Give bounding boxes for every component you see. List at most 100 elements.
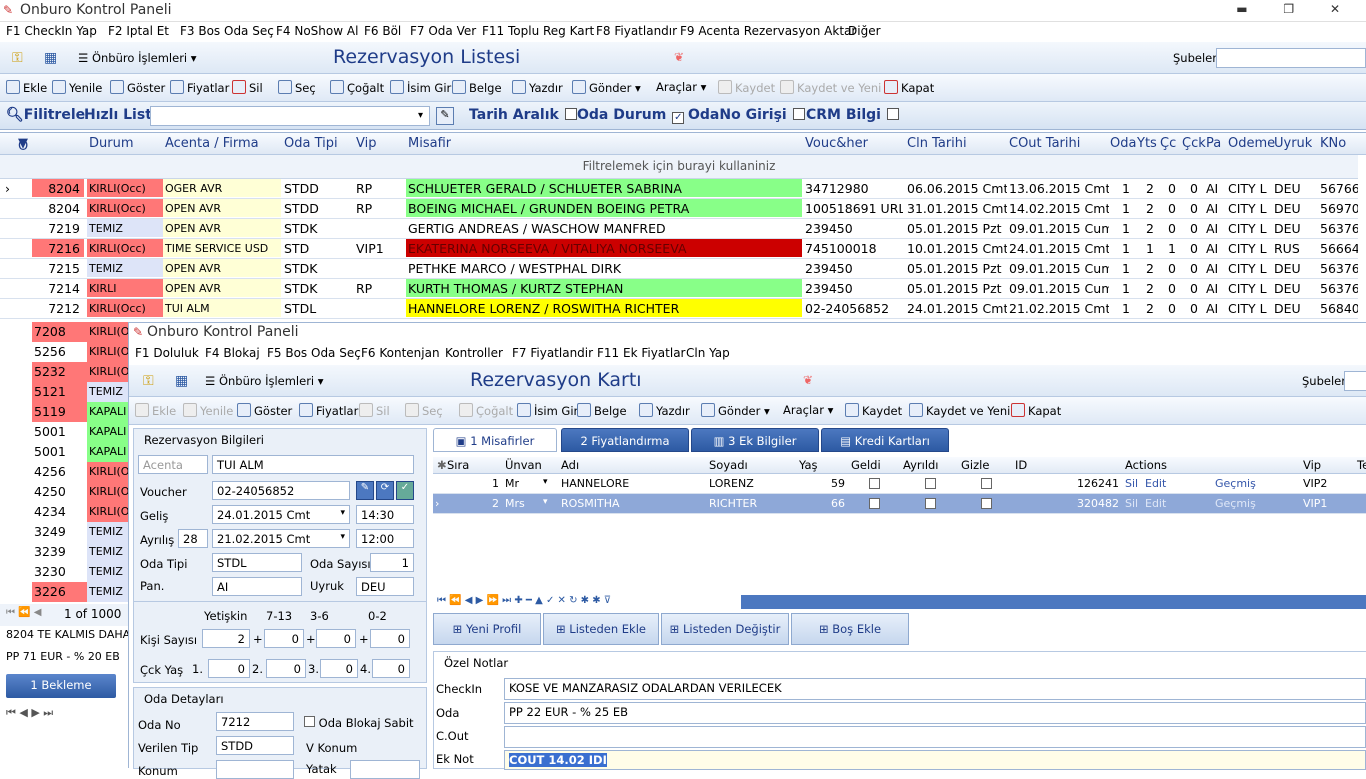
col-cck[interactable]: Çck — [1182, 136, 1206, 151]
edit-voucher-icon[interactable]: ✎ — [356, 481, 374, 500]
pager-nav-icons[interactable]: ⏮ ⏪ ◀ — [6, 607, 42, 618]
check-voucher-icon[interactable]: ✓ — [396, 481, 414, 500]
cck-yas-4[interactable]: 0 — [372, 659, 410, 678]
sec-button[interactable]: Seç — [405, 403, 443, 418]
col-oda-no[interactable]: Oda No ▼ — [18, 136, 28, 151]
belge-button[interactable]: Belge — [577, 403, 627, 418]
menu-doluluk[interactable]: F1 Doluluk — [135, 346, 199, 360]
gelis-saat[interactable]: 14:30 — [356, 505, 414, 524]
gecmis-link[interactable]: Geçmiş — [1215, 497, 1256, 510]
col-voucher[interactable]: Vouc&her — [805, 136, 868, 151]
tab-fiyatlandirma[interactable]: 2 Fiyatlandırma — [561, 428, 689, 452]
col-uyruk[interactable]: Uyruk — [1274, 136, 1312, 151]
cck-yas-3[interactable]: 0 — [320, 659, 358, 678]
ayrilis-saat[interactable]: 12:00 — [356, 529, 414, 548]
chevron-down-icon[interactable]: ▾ — [543, 477, 548, 487]
nav-icons[interactable]: ⏮ ◀ ▶ ⏭ — [6, 706, 53, 720]
building-icon[interactable]: ▦ — [44, 50, 57, 66]
yazdir-button[interactable]: Yazdır — [512, 80, 563, 95]
checkin-note-field[interactable]: KOSE VE MANZARASIZ ODALARDAN VERILECEK — [504, 678, 1366, 700]
col-sira[interactable]: Sıra — [447, 458, 469, 472]
table-row[interactable]: 7208 KIRLI(O — [0, 322, 130, 342]
edit-link[interactable]: Edit — [1145, 497, 1166, 510]
table-row[interactable]: 3239 TEMIZ — [0, 542, 130, 562]
col-oda[interactable]: Oda — [1110, 136, 1136, 151]
onburo-menu[interactable]: ☰ Önbüro İşlemleri ▾ — [205, 374, 324, 388]
menu-noshow[interactable]: F4 NoShow Al — [276, 24, 358, 38]
yenile-button[interactable]: Yenile — [52, 80, 102, 95]
oda-note-field[interactable]: PP 22 EUR - % 25 EB — [504, 702, 1366, 724]
gelis-date[interactable]: 24.01.2015 Cmt ▾ — [212, 505, 350, 524]
kisi-yetiskin[interactable]: 2 — [202, 629, 250, 648]
nav-buttons[interactable]: ⏮ ⏪ ◀ ▶ ⏩ ⏭ ✚ ━ ▲ ✓ ✕ ↻ ✱ ✱ ⊽ — [437, 595, 611, 606]
yazdir-button[interactable]: Yazdır — [639, 403, 690, 418]
yenile-button[interactable]: Yenile — [183, 403, 233, 418]
table-row[interactable]: 5001 KAPALI — [0, 442, 130, 462]
table-row[interactable]: 7216 KIRLI(Occ) TIME SERVICE USD STD VIP1 EKA… — [0, 239, 1358, 259]
col-id[interactable]: ID — [1015, 458, 1027, 472]
table-row[interactable]: 5001 KAPALI — [0, 422, 130, 442]
chevron-down-icon[interactable]: ▾ — [543, 497, 548, 507]
cout-note-field[interactable] — [504, 726, 1366, 748]
crm-checkbox[interactable] — [886, 108, 899, 120]
goster-button[interactable]: Göster — [110, 80, 165, 95]
key-icon[interactable]: ⚿ — [12, 50, 23, 66]
acenta-field[interactable]: TUI ALM — [212, 455, 414, 474]
table-row[interactable]: 5119 KAPALI — [0, 402, 130, 422]
goster-button[interactable]: Göster — [237, 403, 292, 418]
oda-tipi-field[interactable]: STDL — [212, 553, 302, 572]
col-vip[interactable]: Vip — [1303, 458, 1321, 472]
menu-bos-oda[interactable]: F3 Bos Oda Seç — [180, 24, 274, 38]
gonder-button[interactable]: Gönder ▾ — [701, 403, 770, 418]
table-row[interactable]: 7212 KIRLI(Occ) TUI ALM STDL HANNELORE LOREN… — [0, 299, 1358, 319]
bos-ekle-button[interactable]: ⊞ Boş Ekle — [791, 613, 909, 645]
yeni-profil-button[interactable]: ⊞ Yeni Profil — [433, 613, 541, 645]
guest-row[interactable]: › 2 Mrs ROSMITHA RICHTER 66 320482 VIP1 ▾ Sil Edit… — [433, 494, 1366, 514]
col-misafir[interactable]: Misafir — [408, 136, 451, 151]
tarih-aralik-toggle[interactable]: Tarih Aralık — [469, 107, 577, 123]
col-gizle[interactable]: Gizle — [961, 458, 989, 472]
verilen-tip-field[interactable]: STDD — [216, 736, 294, 755]
sil-link[interactable]: Sil — [1125, 477, 1138, 490]
sec-button[interactable]: Seç — [278, 80, 316, 95]
table-row[interactable]: 4256 KIRLI(O — [0, 462, 130, 482]
menu-oda-ver[interactable]: F7 Oda Ver — [410, 24, 476, 38]
kisi-713[interactable]: 0 — [264, 629, 304, 648]
gizle-checkbox[interactable] — [981, 478, 992, 489]
filtrele-button[interactable]: 🔍︎Filitrele — [6, 107, 85, 123]
geldi-checkbox[interactable] — [869, 478, 880, 489]
menu-fiyatlandir[interactable]: F7 Fiyatlandir — [512, 346, 593, 360]
crm-toggle[interactable]: CRM Bilgi — [806, 107, 899, 123]
table-row[interactable]: 4250 KIRLI(O — [0, 482, 130, 502]
menu-toplu-reg[interactable]: F11 Toplu Reg Kart — [482, 24, 594, 38]
table-row[interactable]: 5256 KIRLI(O — [0, 342, 130, 362]
kaydet-yeni-button[interactable]: Kaydet ve Yeni — [909, 403, 1010, 418]
col-oda-tipi[interactable]: Oda Tipi — [284, 136, 338, 151]
hizli-liste-select[interactable]: ▾ — [150, 106, 430, 126]
col-vip[interactable]: Vip — [356, 136, 376, 151]
table-row[interactable]: 5232 KIRLI(O — [0, 362, 130, 382]
col-acenta[interactable]: Acenta / Firma — [165, 136, 259, 151]
belge-button[interactable]: Belge — [452, 80, 502, 95]
col-yas[interactable]: Yaş — [799, 458, 817, 472]
odano-checkbox[interactable] — [792, 108, 805, 120]
kisi-36[interactable]: 0 — [316, 629, 356, 648]
col-ayrildi[interactable]: Ayrıldı — [903, 458, 939, 472]
onburo-menu[interactable]: ☰ Önbüro İşlemleri ▾ — [78, 51, 197, 65]
tab-ek-bilgiler[interactable]: ▥ 3 Ek Bilgiler — [691, 428, 819, 452]
sil-button[interactable]: Sil — [359, 403, 390, 418]
isim-gir-button[interactable]: İsim Gir — [517, 403, 578, 418]
menu-acenta-aktar[interactable]: F9 Acenta Rezervasyon Aktar — [680, 24, 856, 38]
col-soyadi[interactable]: Soyadı — [709, 458, 748, 472]
table-row[interactable]: 5121 TEMIZ — [0, 382, 130, 402]
ekle-button[interactable]: Ekle — [6, 80, 47, 95]
menu-bol[interactable]: F6 Böl — [364, 24, 401, 38]
edit-icon[interactable]: ✎ — [436, 107, 454, 125]
menu-diger[interactable]: Diğer — [848, 24, 881, 38]
col-actions[interactable]: Actions — [1125, 458, 1167, 472]
gece-field[interactable]: 28 — [178, 529, 208, 548]
col-cin[interactable]: Cln Tarihi — [907, 136, 967, 151]
cogalt-button[interactable]: Çoğalt — [459, 403, 513, 418]
tarih-checkbox[interactable] — [564, 108, 577, 120]
fiyatlar-button[interactable]: Fiyatlar — [170, 80, 229, 95]
